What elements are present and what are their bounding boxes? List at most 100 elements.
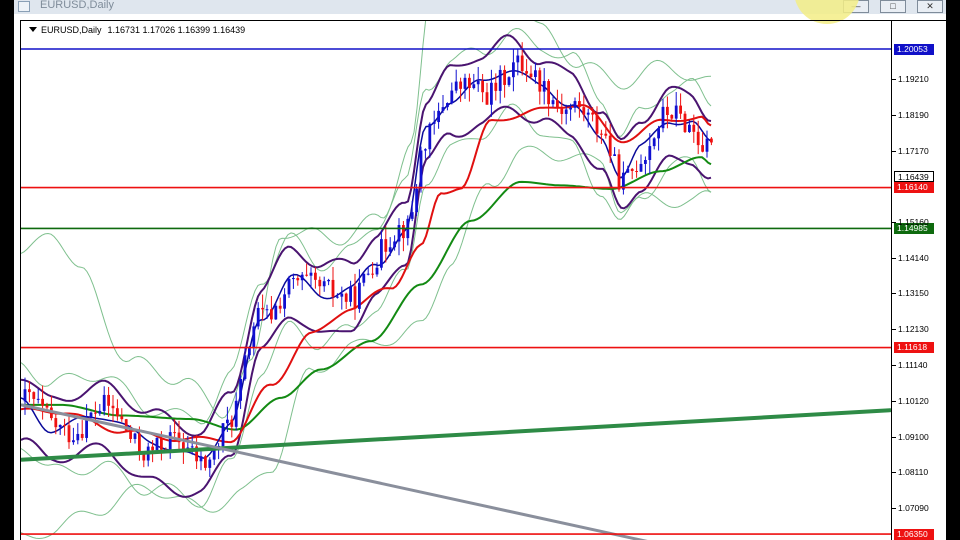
candle-body: [573, 101, 577, 108]
price-tick-label: 1.10120: [898, 395, 929, 406]
candle-body: [76, 433, 80, 441]
candle-body: [542, 81, 546, 92]
candle-body: [639, 163, 643, 172]
candle-body: [292, 278, 295, 280]
candle-body: [322, 281, 326, 287]
candle-body: [410, 212, 414, 219]
candle-body: [138, 433, 141, 453]
candle-body: [274, 305, 278, 320]
candle-body: [375, 267, 379, 275]
close-button[interactable]: ✕: [917, 0, 943, 13]
price-tick-mark: [892, 293, 896, 295]
candle-body: [129, 430, 132, 439]
chart-area[interactable]: EURUSD,Daily 1.16731 1.17026 1.16399 1.16…: [20, 20, 946, 540]
candle-body: [415, 188, 418, 213]
candle-body: [560, 107, 564, 114]
candle-body: [446, 103, 449, 108]
candle-body: [380, 239, 383, 268]
candle-body: [353, 286, 357, 309]
candle-body: [168, 432, 172, 452]
candle-body: [498, 69, 502, 91]
candle-body: [419, 150, 423, 189]
candle-body: [586, 112, 590, 115]
price-tick-label: 1.17170: [898, 146, 929, 157]
candle-body: [278, 305, 282, 309]
candle-body: [384, 239, 388, 252]
candle-body: [151, 446, 154, 451]
candle-body: [230, 419, 234, 427]
candle-body: [516, 55, 520, 63]
candle-body: [371, 273, 374, 275]
price-tick-label: 1.18190: [898, 109, 929, 120]
price-tick-label: 1.15160: [898, 217, 929, 228]
candle-body: [67, 425, 71, 443]
candle-body: [600, 133, 603, 135]
candle-body: [481, 80, 484, 93]
candle-body: [538, 70, 542, 92]
candle-body: [63, 424, 66, 426]
candle-body: [683, 113, 687, 133]
candle-body: [437, 110, 440, 123]
price-tick-mark: [892, 471, 896, 473]
candle-body: [270, 309, 273, 320]
candle-body: [569, 107, 572, 110]
candle-body: [512, 62, 515, 78]
candle-body: [595, 114, 599, 134]
candle-body: [591, 112, 594, 115]
candle-body: [358, 282, 361, 309]
candle-body: [652, 138, 656, 147]
candle-body: [432, 122, 436, 124]
maximize-icon: □: [890, 1, 896, 11]
candle-body: [234, 400, 238, 427]
candle-body: [111, 405, 115, 409]
candle-body: [468, 77, 471, 89]
candle-body: [551, 100, 555, 105]
candle-body: [454, 81, 458, 91]
candle-body: [36, 398, 40, 400]
candle-body: [520, 55, 524, 72]
candle-body: [173, 432, 176, 434]
candle-body: [397, 225, 401, 242]
candle-body: [309, 272, 313, 276]
candle-body: [72, 440, 75, 443]
candle-body: [199, 456, 203, 462]
price-tick-mark: [892, 329, 896, 331]
candle-body: [626, 168, 630, 173]
candle-body: [476, 80, 480, 85]
window-title: EURUSD,Daily: [40, 0, 114, 11]
candle-body: [226, 419, 229, 424]
candle-body: [116, 408, 119, 417]
candle-body: [204, 456, 207, 468]
candle-body: [388, 247, 392, 252]
candle-body: [28, 389, 31, 393]
candle-body: [666, 106, 669, 116]
candle-body: [564, 109, 568, 114]
price-tick-mark: [892, 151, 896, 153]
candle-body: [336, 296, 339, 298]
bollinger-upper-band: [21, 21, 712, 419]
price-tick-mark: [892, 222, 896, 224]
candle-body: [102, 394, 106, 411]
candle-body: [644, 160, 647, 164]
maximize-button[interactable]: □: [880, 0, 906, 13]
candle-body: [287, 278, 291, 295]
candle-body: [221, 423, 225, 447]
candle-body: [366, 273, 370, 275]
dropdown-triangle-icon: [29, 27, 37, 32]
candle-body: [256, 307, 260, 327]
price-tick-label: 1.09100: [898, 431, 929, 442]
candle-body: [248, 348, 251, 356]
price-axis[interactable]: 1.20053 1.16140 1.14985 1.11618 1.06350 1.192…: [891, 21, 946, 540]
candle-body: [261, 307, 264, 310]
candle-body: [459, 81, 462, 89]
candle-body: [657, 128, 660, 139]
candle-body: [23, 389, 27, 402]
candle-body: [54, 418, 58, 428]
price-plot[interactable]: [21, 21, 946, 540]
chart-window-icon: [18, 1, 30, 12]
candle-body: [441, 107, 445, 111]
candle-body: [239, 378, 242, 401]
candle-body: [58, 424, 62, 428]
candle-body: [402, 225, 405, 239]
candle-body: [705, 138, 709, 152]
